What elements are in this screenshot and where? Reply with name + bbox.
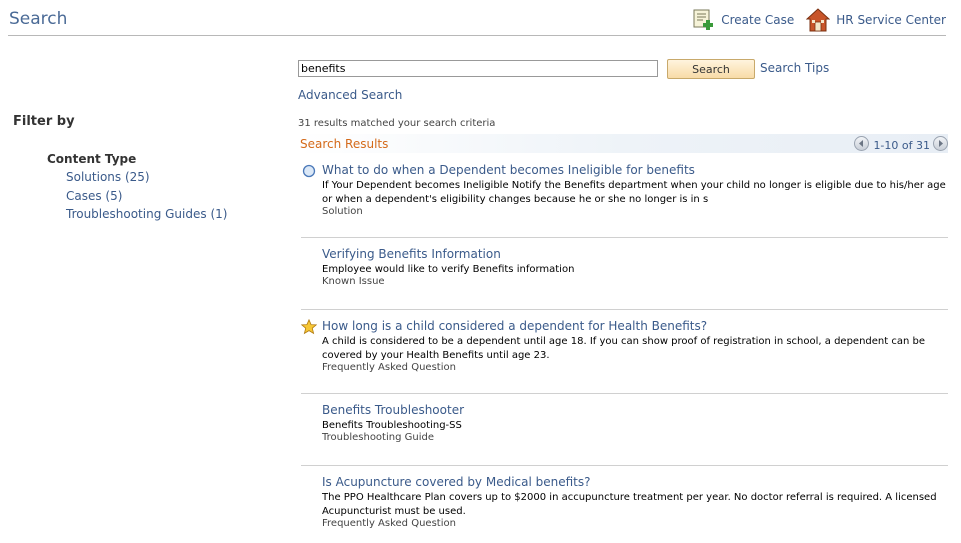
search-result: Verifying Benefits Information Employee …	[301, 247, 948, 291]
create-case-label: Create Case	[721, 13, 795, 27]
search-results-title: Search Results	[300, 137, 389, 151]
result-divider	[301, 237, 948, 238]
result-title-link[interactable]: Benefits Troubleshooter	[322, 403, 464, 417]
result-type: Frequently Asked Question	[322, 362, 456, 373]
result-description: Employee would like to verify Benefits i…	[322, 264, 575, 275]
advanced-search-link[interactable]: Advanced Search	[298, 88, 402, 102]
result-divider	[301, 309, 948, 310]
result-title-link[interactable]: Verifying Benefits Information	[322, 247, 501, 261]
page-title: Search	[9, 9, 68, 29]
result-divider	[301, 393, 948, 394]
search-button[interactable]: Search	[667, 59, 755, 79]
pager: 1-10 of 31	[854, 134, 948, 153]
star-icon	[301, 319, 317, 335]
next-page-button[interactable]	[933, 136, 948, 151]
search-result: Is Acupuncture covered by Medical benefi…	[301, 475, 948, 531]
result-count: 31 results matched your search criteria	[298, 118, 496, 129]
create-case-icon	[693, 9, 714, 30]
search-result: What to do when a Dependent becomes Inel…	[301, 163, 948, 219]
facet-troubleshooting-guides[interactable]: Troubleshooting Guides (1)	[66, 206, 227, 225]
facet-solutions[interactable]: Solutions (25)	[66, 169, 227, 188]
header-actions: Create Case HR Service Center	[693, 8, 946, 32]
result-title-link[interactable]: What to do when a Dependent becomes Inel…	[322, 163, 695, 177]
result-type: Solution	[322, 206, 363, 217]
search-result: How long is a child considered a depende…	[301, 319, 948, 375]
create-case-link[interactable]: Create Case	[693, 9, 794, 31]
result-type: Frequently Asked Question	[322, 518, 456, 529]
result-description: The PPO Healthcare Plan covers up to $20…	[322, 492, 937, 517]
arrow-left-icon	[859, 140, 864, 147]
content-type-heading: Content Type	[47, 152, 137, 166]
house-icon	[806, 8, 831, 32]
result-title-link[interactable]: How long is a child considered a depende…	[322, 319, 707, 333]
circle-icon	[302, 164, 316, 178]
previous-page-button[interactable]	[854, 136, 870, 151]
arrow-right-icon	[939, 140, 943, 147]
search-result: Benefits Troubleshooter Benefits Trouble…	[301, 403, 948, 447]
filter-heading: Filter by	[13, 114, 75, 129]
title-divider	[8, 35, 946, 36]
result-type: Troubleshooting Guide	[322, 432, 434, 443]
result-type: Known Issue	[322, 276, 385, 287]
search-results-header: Search Results 1-10 of 31	[298, 134, 948, 153]
content-type-facets: Solutions (25) Cases (5) Troubleshooting…	[66, 169, 227, 225]
search-tips-link[interactable]: Search Tips	[760, 61, 829, 75]
search-input[interactable]	[298, 60, 658, 77]
facet-cases[interactable]: Cases (5)	[66, 188, 227, 207]
result-divider	[301, 465, 948, 466]
result-description: If Your Dependent becomes Ineligible Not…	[322, 180, 946, 205]
hr-service-center-link[interactable]: HR Service Center	[806, 8, 946, 32]
hr-service-center-label: HR Service Center	[836, 13, 946, 27]
result-description: A child is considered to be a dependent …	[322, 336, 925, 361]
result-title-link[interactable]: Is Acupuncture covered by Medical benefi…	[322, 475, 591, 489]
pager-range: 1-10 of 31	[873, 139, 930, 152]
